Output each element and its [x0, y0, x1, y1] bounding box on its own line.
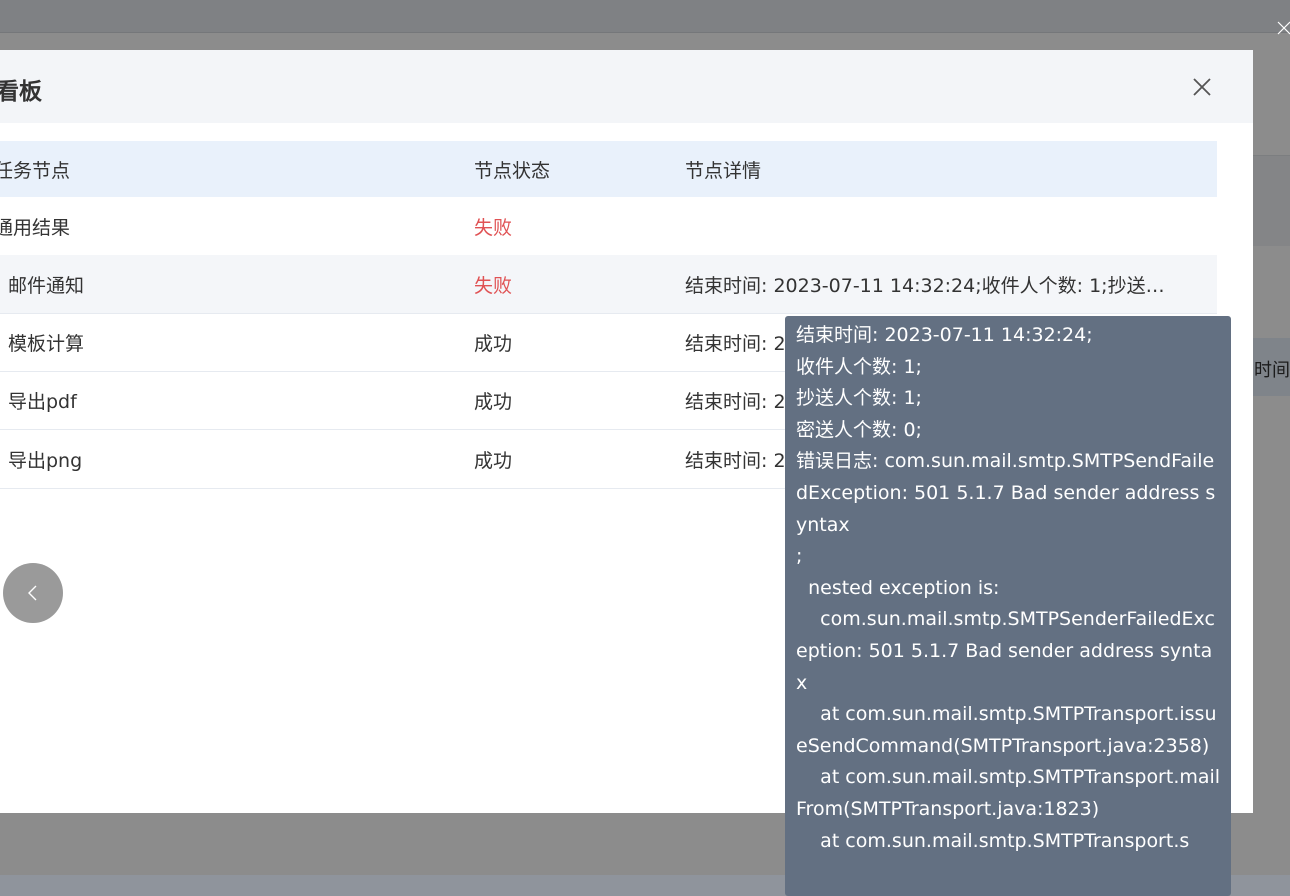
node-status: 成功 — [474, 332, 513, 355]
tooltip-line: at com.sun.mail.smtp.SMTPTransport.issue… — [796, 703, 1217, 757]
tooltip-line: 收件人个数: 1; — [796, 355, 922, 378]
dialog-header: 看板 — [0, 50, 1253, 123]
tooltip-line: at com.sun.mail.smtp.SMTPTransport.s — [796, 829, 1190, 852]
node-name: 通用结果 — [0, 216, 71, 239]
node-status: 成功 — [474, 449, 513, 472]
tooltip-line: 抄送人个数: 1; — [796, 387, 922, 410]
tooltip-line: 错误日志: com.sun.mail.smtp.SMTPSendFailedEx… — [796, 450, 1216, 536]
node-detail[interactable]: 结束时间: 2 — [685, 371, 786, 429]
close-icon[interactable] — [1276, 15, 1290, 41]
chevron-left-icon — [28, 585, 37, 601]
node-status: 成功 — [474, 390, 513, 413]
tooltip-line: ; — [796, 545, 803, 568]
dialog-title: 看板 — [0, 79, 42, 105]
detail-tooltip: 结束时间: 2023-07-11 14:32:24; 收件人个数: 1; 抄送人… — [785, 316, 1231, 896]
table-row[interactable]: 通用结果 失败 — [0, 197, 1217, 256]
dialog-close-button[interactable] — [1187, 72, 1217, 102]
tooltip-line: 密送人个数: 0; — [796, 418, 922, 441]
node-name: 邮件通知 — [8, 274, 85, 297]
column-header-node[interactable]: 任务节点 — [0, 141, 70, 197]
tooltip-line: at com.sun.mail.smtp.SMTPTransport.mailF… — [796, 766, 1221, 820]
table-header-row: 任务节点 节点状态 节点详情 — [0, 141, 1217, 197]
tooltip-line: 结束时间: 2023-07-11 14:32:24; — [796, 324, 1093, 346]
close-icon — [1193, 78, 1211, 96]
column-header-detail[interactable]: 节点详情 — [685, 141, 761, 197]
tooltip-line: nested exception is: — [796, 576, 1000, 599]
node-detail[interactable]: 结束时间: 2 — [685, 430, 786, 488]
node-name: 导出pdf — [8, 390, 77, 413]
node-detail[interactable]: 结束时间: 2 — [685, 313, 786, 371]
back-button[interactable] — [3, 563, 63, 623]
node-status: 失败 — [474, 216, 513, 239]
tooltip-line: com.sun.mail.smtp.SMTPSenderFailedExcept… — [796, 608, 1215, 694]
table-row[interactable]: 邮件通知 失败 结束时间: 2023-07-11 14:32:24;收件人个数:… — [0, 255, 1217, 314]
node-name: 导出png — [8, 449, 83, 472]
node-name: 模板计算 — [8, 332, 85, 355]
column-header-status[interactable]: 节点状态 — [474, 141, 550, 197]
node-detail[interactable]: 结束时间: 2023-07-11 14:32:24;收件人个数: 1;抄送… — [685, 255, 1165, 313]
node-status: 失败 — [474, 274, 513, 297]
